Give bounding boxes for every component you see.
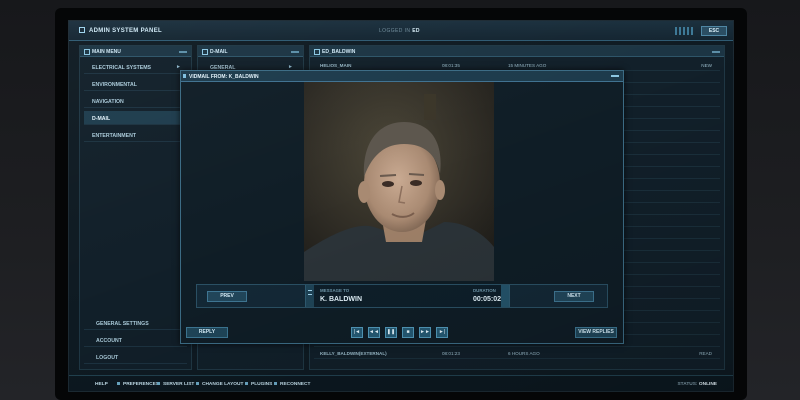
vidmail-nav-bar: PREV MESSAGE TO K. BALDWIN DURATION 00:0…	[196, 284, 608, 308]
menu-item-electrical[interactable]: ELECTRICAL SYSTEMS ►	[84, 60, 187, 74]
taskbar-reconnect[interactable]: RECONNECT	[274, 382, 310, 387]
square-icon	[157, 382, 160, 385]
window-title: ADMIN SYSTEM PANEL	[79, 27, 162, 34]
stop-icon[interactable]: ■	[402, 327, 414, 338]
message-to-label: MESSAGE TO	[320, 288, 350, 293]
vidmail-title-bar: VIDMAIL FROM: K_BALDWIN	[181, 71, 623, 82]
logout-item[interactable]: LOGOUT	[84, 350, 187, 364]
message-info-panel: MESSAGE TO K. BALDWIN DURATION 00:05:02	[305, 285, 510, 307]
skip-back-icon[interactable]: |◄	[351, 327, 363, 338]
menu-item-navigation[interactable]: NAVIGATION	[84, 94, 187, 108]
duration-value: 00:05:02	[473, 296, 502, 303]
taskbar-plugins[interactable]: PLUGINS	[245, 382, 272, 387]
square-icon	[274, 382, 277, 385]
inbox-row[interactable]: KELLY_BALDWIN(EXTERNAL) 08:01:23 6 HOURS …	[314, 347, 720, 359]
view-replies-button[interactable]: VIEW REPLIES	[575, 327, 617, 338]
vidmail-window: VIDMAIL FROM: K_BALDWIN PREV MESSAGE TO …	[180, 70, 624, 344]
status-indicator: STATUS: ONLINE	[677, 382, 717, 387]
main-menu-header: MAIN MENU	[80, 46, 191, 57]
recipient-name: K. BALDWIN	[320, 296, 362, 303]
taskbar-server-list[interactable]: SERVER LIST	[157, 382, 194, 387]
main-menu-panel: MAIN MENU ELECTRICAL SYSTEMS ► ENVIRONMEN…	[79, 45, 192, 370]
monitor-screen: ADMIN SYSTEM PANEL LOGGED IN ED ESC MAIN…	[68, 20, 734, 392]
prev-button[interactable]: PREV	[207, 291, 247, 302]
menu-item-dmail[interactable]: D-MAIL	[84, 111, 187, 125]
dmail-header: D-MAIL	[198, 46, 303, 57]
grip-icon	[306, 285, 314, 307]
panel-icon	[79, 27, 85, 33]
esc-button[interactable]: ESC	[701, 26, 727, 36]
playback-row: REPLY |◄ ◄◄ ❚❚ ■ ►► ►| VIEW REPLIES	[181, 324, 623, 342]
next-button[interactable]: NEXT	[554, 291, 594, 302]
skip-forward-icon[interactable]: ►|	[436, 327, 448, 338]
taskbar-change-layout[interactable]: CHANGE LAYOUT	[196, 382, 243, 387]
reply-button[interactable]: REPLY	[186, 327, 228, 338]
account-item[interactable]: ACCOUNT	[84, 333, 187, 347]
rewind-icon[interactable]: ◄◄	[368, 327, 380, 338]
taskbar: HELP PREFERENCES SERVER LIST CHANGE LAYO…	[69, 375, 733, 391]
menu-item-entertainment[interactable]: ENTERTAINMENT	[84, 128, 187, 142]
square-icon	[245, 382, 248, 385]
taskbar-help[interactable]: HELP	[95, 382, 108, 387]
decor-stripes	[675, 27, 695, 35]
general-settings-item[interactable]: GENERAL SETTINGS	[84, 316, 187, 330]
taskbar-preferences[interactable]: PREFERENCES	[117, 382, 159, 387]
square-icon	[117, 382, 120, 385]
menu-item-environmental[interactable]: ENVIRONMENTAL	[84, 77, 187, 91]
fast-forward-icon[interactable]: ►►	[419, 327, 431, 338]
info-accent-bar	[501, 285, 509, 307]
minimize-icon[interactable]	[611, 75, 619, 77]
video-frame	[304, 82, 494, 281]
square-icon	[196, 382, 199, 385]
pause-icon[interactable]: ❚❚	[385, 327, 397, 338]
logged-in-indicator: LOGGED IN ED	[379, 28, 420, 34]
title-bar: ADMIN SYSTEM PANEL LOGGED IN ED ESC	[69, 21, 733, 41]
inbox-header: ED_BALDWIN	[310, 46, 724, 57]
duration-label: DURATION	[473, 288, 496, 293]
video-feed-image	[304, 82, 494, 281]
